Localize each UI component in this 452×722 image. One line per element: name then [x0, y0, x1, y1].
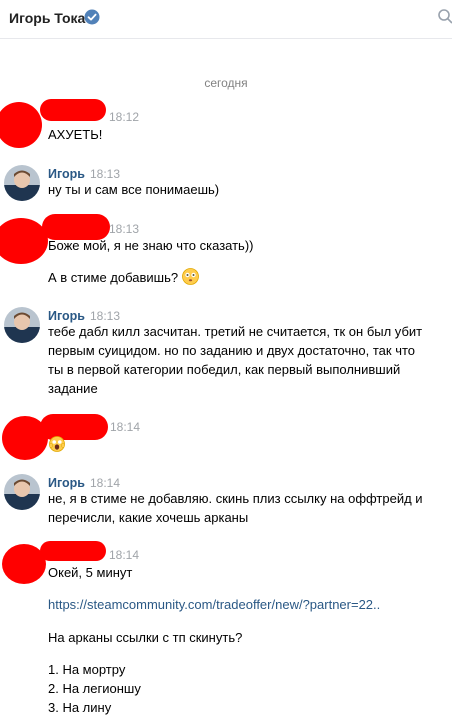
- message-time: 18:13: [90, 167, 121, 181]
- message-item: Игорь 18:13 ну ты и сам все понимаешь): [0, 165, 452, 205]
- avatar-redacted[interactable]: [0, 218, 48, 264]
- message-text: Окей, 5 минут: [48, 565, 133, 580]
- message-text: А в стиме добавишь?: [48, 268, 199, 287]
- sender-name[interactable]: Игорь: [48, 167, 85, 181]
- message-text: ты в первой категории победил, как первы…: [48, 362, 401, 377]
- message-time: 18:13: [90, 309, 121, 323]
- message-item: 18:14: [0, 408, 452, 460]
- message-text: тебе дабл килл засчитан. третий не счита…: [48, 324, 423, 339]
- flushed-emoji-icon: [181, 268, 199, 285]
- message-item: 18:14 Окей, 5 минут https://steamcommuni…: [0, 540, 452, 722]
- message-time: 18:12: [109, 110, 140, 124]
- avatar[interactable]: [4, 165, 40, 201]
- message-text-line: А в стиме добавишь?: [48, 270, 179, 285]
- date-separator: сегодня: [204, 76, 248, 90]
- sender-name[interactable]: Игорь: [48, 476, 85, 490]
- message-time: 18:14: [110, 420, 141, 434]
- message-text: не, я в стиме не добавляю. скинь плиз сс…: [48, 491, 423, 506]
- sender-name-redacted[interactable]: [40, 541, 106, 561]
- message-item: 18:13 Боже мой, я не знаю что сказать)) …: [0, 212, 452, 292]
- trade-offer-link[interactable]: https://steamcommunity.com/tradeoffer/ne…: [48, 595, 380, 614]
- message-text: 2. На легионшу: [48, 681, 141, 696]
- avatar[interactable]: [4, 474, 40, 510]
- avatar-photo: [4, 165, 40, 201]
- message-text: первым суицидом. но по заданию и двух до…: [48, 343, 416, 358]
- message-text: АХУЕТЬ!: [48, 127, 103, 142]
- message-item: 18:12 АХУЕТЬ!: [0, 99, 452, 150]
- message-text: 1. На мортру: [48, 662, 126, 677]
- sender-name[interactable]: Игорь: [48, 309, 85, 323]
- avatar-photo: [4, 307, 40, 343]
- message-text: ну ты и сам все понимаешь): [48, 182, 220, 197]
- message-item: Игорь 18:13 тебе дабл килл засчитан. тре…: [0, 307, 452, 407]
- message-text: На арканы ссылки с тп скинуть?: [48, 630, 243, 645]
- message-item: Игорь 18:14 не, я в стиме не добавляю. с…: [0, 474, 452, 534]
- message-text: перечисли, какие хочешь арканы: [48, 510, 249, 525]
- message-text: Боже мой, я не знаю что сказать)): [48, 238, 254, 253]
- message-text: 3. На лину: [48, 700, 112, 715]
- search-icon[interactable]: [437, 8, 452, 24]
- message-time: 18:13: [109, 222, 140, 236]
- chat-title[interactable]: Игорь Токач: [9, 10, 93, 26]
- avatar-photo: [4, 474, 40, 510]
- avatar[interactable]: [4, 307, 40, 343]
- verified-icon: [84, 9, 100, 25]
- message-time: 18:14: [90, 476, 121, 490]
- chat-header: Игорь Токач: [0, 0, 452, 39]
- message-time: 18:14: [109, 548, 140, 562]
- avatar-redacted[interactable]: [0, 102, 42, 148]
- message-text: задание: [48, 381, 98, 396]
- screaming-emoji-icon: [49, 436, 65, 452]
- sender-name-redacted[interactable]: [40, 99, 106, 121]
